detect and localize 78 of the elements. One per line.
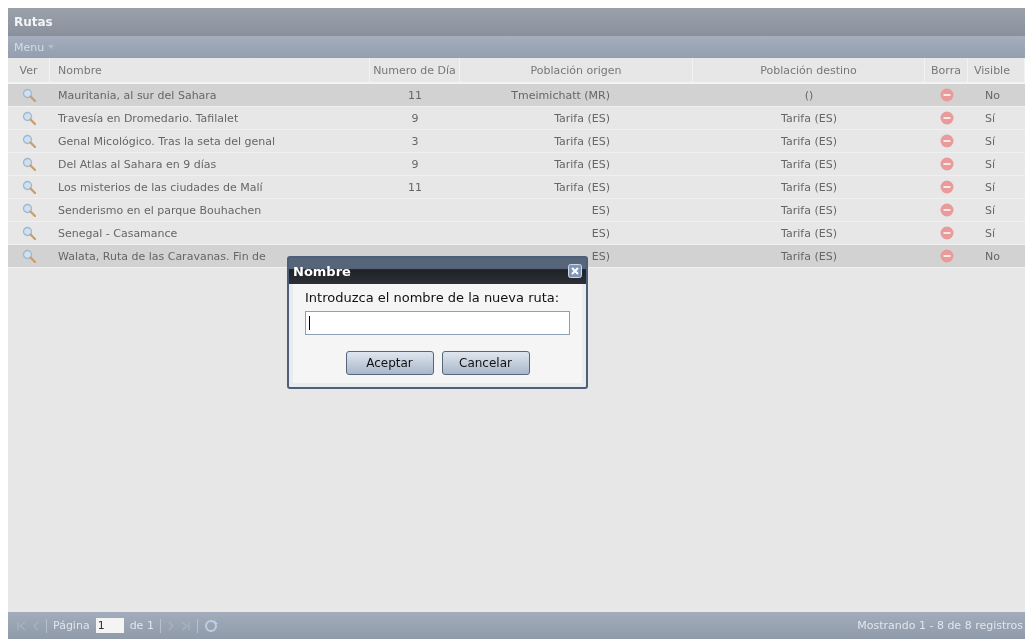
delete-icon[interactable] — [939, 88, 954, 102]
table-cell: Tarifa (ES) — [781, 157, 837, 171]
table-row[interactable]: Los misterios de las ciudades de Malí 11 Tarifa (ES) Tarifa (ES) Sí — [8, 176, 1025, 199]
table-cell: Sí — [985, 157, 996, 171]
table-cell: Sí — [985, 180, 996, 194]
search-icon[interactable] — [22, 180, 36, 194]
table-cell: Tarifa (ES) — [781, 203, 837, 217]
dialog-button[interactable]: Aceptar — [345, 351, 434, 375]
table-cell: Travesía en Dromedario. Tafilalet — [58, 111, 239, 125]
table-row[interactable]: Travesía en Dromedario. Tafilalet 9 Tarifa (ES) Tarifa (ES) Sí — [8, 107, 1025, 130]
delete-icon[interactable] — [939, 249, 954, 263]
column-header[interactable]: Numero de Día — [370, 58, 460, 82]
refresh-icon[interactable] — [203, 618, 218, 633]
table-row[interactable]: Mauritania, al sur del Sahara 11 Tmeimichatt (MR) () No — [8, 84, 1025, 107]
table-cell: Sí — [985, 111, 996, 125]
search-icon[interactable] — [22, 226, 36, 240]
search-icon[interactable] — [22, 111, 36, 125]
column-header[interactable]: Borra — [925, 58, 968, 82]
table-cell: Walata, Ruta de las Caravanas. Fin de — [58, 249, 266, 263]
table-cell: 11 — [408, 180, 422, 194]
table-cell: Senderismo en el parque Bouhachen — [58, 203, 262, 217]
table-cell: Mauritania, al sur del Sahara — [58, 88, 217, 102]
table-cell: Tarifa (ES) — [781, 180, 837, 194]
search-icon[interactable] — [22, 88, 36, 102]
table-cell: 11 — [408, 88, 422, 102]
dialog-prompt: Introduzca el nombre de la nueva ruta: — [305, 290, 561, 305]
delete-icon[interactable] — [939, 226, 954, 240]
table-cell: Los misterios de las ciudades de Malí — [58, 180, 263, 194]
delete-icon[interactable] — [939, 111, 954, 125]
delete-icon[interactable] — [939, 203, 954, 217]
table-cell: Tarifa (ES) — [554, 157, 610, 171]
table-cell: ES) — [591, 226, 610, 240]
table-cell: Tarifa (ES) — [781, 226, 837, 240]
table-row[interactable]: Del Atlas al Sahara en 9 días 9 Tarifa (ES) Tarifa (ES) Sí — [8, 153, 1025, 176]
table-row[interactable]: Genal Micológico. Tras la seta del genal 3 Tarifa (ES) Tarifa (ES) Sí — [8, 130, 1025, 153]
table-cell: No — [985, 88, 1000, 102]
dialog-title: Nombre — [293, 263, 351, 279]
table-cell: Tarifa (ES) — [554, 111, 610, 125]
table-row[interactable]: Senderismo en el parque Bouhachen ES) Tarifa (ES) Sí — [8, 199, 1025, 222]
table-cell: Senegal - Casamance — [58, 226, 178, 240]
table-cell: Tarifa (ES) — [781, 111, 837, 125]
table-cell: ES) — [591, 249, 610, 263]
table-cell: 9 — [411, 157, 419, 171]
table-cell: Tarifa (ES) — [781, 249, 837, 263]
page-count: de 1 — [129, 619, 154, 632]
table-cell: Genal Micológico. Tras la seta del genal — [58, 134, 276, 148]
table-cell: 9 — [411, 111, 419, 125]
table-cell: Del Atlas al Sahara en 9 días — [58, 157, 217, 171]
table-cell: () — [804, 88, 814, 102]
search-icon[interactable] — [22, 249, 36, 263]
table-cell: Sí — [985, 134, 996, 148]
table-cell: Tarifa (ES) — [554, 180, 610, 194]
dialog-button[interactable]: Cancelar — [441, 351, 530, 375]
search-icon[interactable] — [22, 203, 36, 217]
table-cell: Tarifa (ES) — [781, 134, 837, 148]
table-cell: 3 — [411, 134, 419, 148]
page-field[interactable]: 1 — [95, 618, 124, 633]
table-cell: ES) — [591, 203, 610, 217]
table-cell: Tarifa (ES) — [554, 134, 610, 148]
table-cell: Sí — [985, 226, 996, 240]
column-header[interactable]: Ver — [8, 58, 50, 82]
name-input-field[interactable] — [305, 311, 570, 335]
close-icon[interactable] — [568, 264, 582, 278]
column-header[interactable]: Visible — [968, 58, 1025, 82]
record-summary: Mostrando 1 - 8 de 8 registros — [857, 619, 1024, 632]
column-header[interactable]: Población origen — [460, 58, 693, 82]
column-header[interactable]: Población destino — [693, 58, 925, 82]
delete-icon[interactable] — [939, 180, 954, 194]
table-cell: No — [985, 249, 1000, 263]
panel-title: Rutas — [8, 8, 1025, 36]
table-cell: Sí — [985, 203, 996, 217]
search-icon[interactable] — [22, 134, 36, 148]
delete-icon[interactable] — [939, 134, 954, 148]
column-header[interactable]: Nombre — [50, 58, 370, 82]
table-cell: Tmeimichatt (MR) — [511, 88, 610, 102]
search-icon[interactable] — [22, 157, 36, 171]
page-label: Página — [53, 619, 90, 632]
delete-icon[interactable] — [939, 157, 954, 171]
